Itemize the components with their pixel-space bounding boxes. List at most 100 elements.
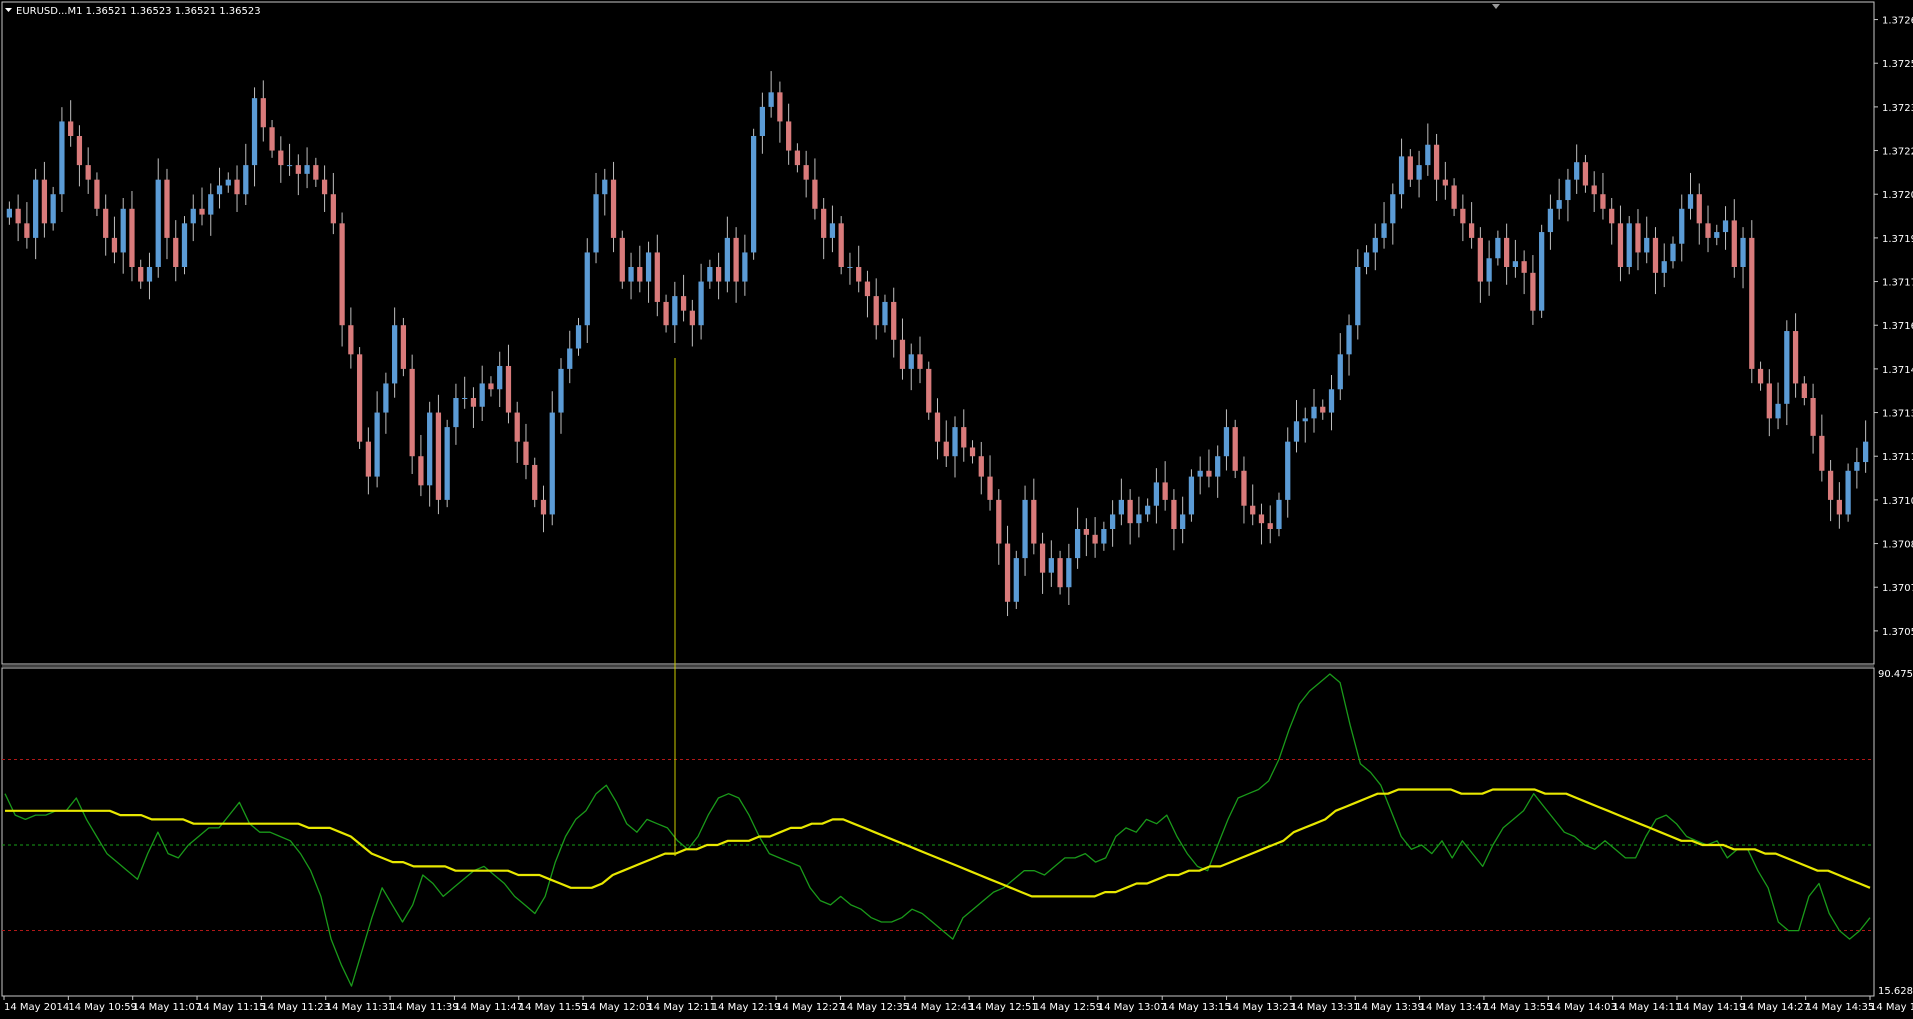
candle-body-bear — [654, 252, 660, 302]
candle-body-bull — [1346, 325, 1352, 355]
candle — [558, 358, 564, 434]
chart-canvas[interactable]: EURUSD...M1 1.36521 1.36523 1.36521 1.36… — [0, 0, 1913, 1015]
candle — [1512, 239, 1519, 278]
candle — [1145, 498, 1151, 522]
candle-body-bear — [356, 354, 363, 442]
candle-body-bull — [1626, 223, 1632, 267]
symbol-header: EURUSD...M1 1.36521 1.36523 1.36521 1.36… — [16, 6, 261, 17]
candle-body-bear — [94, 179, 100, 209]
candle — [1355, 249, 1361, 340]
candlestick-series — [6, 71, 1869, 617]
candle — [645, 241, 652, 303]
candle — [199, 187, 205, 226]
candle-body-bear — [1591, 185, 1597, 195]
candle-body-bull — [1223, 427, 1230, 457]
candle — [532, 457, 538, 508]
candle-body-bull — [462, 398, 468, 399]
candle — [392, 307, 398, 398]
candle-body-bear — [1320, 406, 1326, 413]
candle-body-bear — [68, 121, 74, 136]
candle-body-bull — [1679, 208, 1685, 244]
price-axis-label: 1.37145 — [1882, 365, 1913, 376]
candle-body-bull — [208, 194, 214, 215]
candle-body-bull — [1337, 354, 1343, 390]
candle — [891, 287, 897, 358]
time-axis-label: 14 May 13:23 — [1227, 1002, 1296, 1013]
time-axis-label: 14 May 11:47 — [454, 1002, 523, 1013]
candle — [698, 263, 704, 340]
candle — [742, 234, 748, 296]
candle-body-bear — [812, 179, 818, 209]
time-axis-label: 14 May 11:23 — [261, 1002, 330, 1013]
candle — [733, 227, 739, 303]
candle — [715, 252, 722, 300]
candle-body-bull — [1363, 252, 1370, 267]
time-axis-label: 14 May 13:47 — [1420, 1002, 1489, 1013]
candle-body-bear — [523, 441, 529, 465]
candle-body-bear — [838, 223, 844, 267]
candle-body-bull — [829, 223, 836, 238]
candle — [400, 317, 407, 377]
candle-body-bull — [304, 165, 310, 174]
time-axis-label: 14 May 13:31 — [1291, 1002, 1360, 1013]
candle-body-bull — [1180, 514, 1186, 529]
candle — [497, 351, 503, 408]
candle-body-bull — [908, 354, 914, 369]
candle-body-bull — [549, 412, 555, 515]
candle-body-bull — [751, 136, 757, 253]
time-axis-label: 14 May 10:59 — [68, 1002, 137, 1013]
candle-body-bull — [1285, 441, 1291, 500]
candle — [575, 317, 582, 356]
candle-body-bull — [1013, 558, 1019, 602]
candle — [181, 216, 188, 275]
candle — [286, 143, 293, 176]
candle-body-bear — [610, 179, 617, 238]
candle — [1171, 489, 1177, 551]
candle — [33, 168, 39, 260]
candle-body-bear — [821, 208, 827, 238]
candle-body-bear — [856, 267, 862, 282]
candle-body-bull — [1136, 514, 1142, 524]
candle-body-bear — [1635, 223, 1641, 253]
candle — [794, 143, 801, 173]
time-axis-label: 14 May 11:55 — [519, 1002, 588, 1013]
candle-body-bull — [1486, 258, 1492, 282]
candle — [1118, 478, 1124, 526]
candle — [1197, 456, 1203, 495]
candle-body-bull — [146, 267, 153, 282]
candle — [969, 440, 976, 464]
candle-body-bull — [759, 106, 766, 136]
candle-body-bear — [1258, 514, 1265, 524]
candle-body-bear — [1241, 470, 1247, 506]
candle-body-bear — [777, 92, 783, 122]
candle — [1486, 240, 1492, 296]
candle-body-bull — [724, 237, 730, 282]
price-axis-label: 1.37055 — [1882, 627, 1913, 638]
candle-body-bear — [1460, 208, 1466, 224]
candle-body-bull — [672, 296, 678, 326]
candle — [952, 416, 958, 478]
trading-chart-window[interactable]: EURUSD...M1 1.36521 1.36523 1.36521 1.36… — [0, 0, 1913, 1015]
chart-menu-triangle-icon[interactable] — [5, 8, 12, 12]
candle-body-bear — [1696, 194, 1702, 224]
candle — [1381, 202, 1387, 249]
candle-body-bull — [243, 165, 249, 195]
candle-body-bear — [1468, 223, 1475, 238]
candle-body-bear — [926, 368, 932, 413]
candle — [1022, 485, 1028, 576]
candle-body-bull — [1574, 162, 1580, 180]
candle-body-bear — [663, 301, 669, 326]
indicator-axis: 90.4752 15.6281 — [1878, 669, 1913, 997]
candle — [943, 420, 949, 467]
price-axis-label: 1.37160 — [1882, 321, 1913, 332]
candle — [1398, 138, 1405, 209]
candle-body-bear — [1092, 534, 1098, 544]
candle — [961, 409, 967, 462]
candle — [707, 259, 713, 289]
candle-body-bear — [540, 499, 547, 515]
candle-body-bull — [190, 208, 196, 224]
candle — [1363, 245, 1370, 275]
candle-body-bear — [1705, 223, 1711, 238]
chart-shift-marker-icon[interactable] — [1492, 4, 1500, 9]
candle — [1574, 144, 1580, 194]
